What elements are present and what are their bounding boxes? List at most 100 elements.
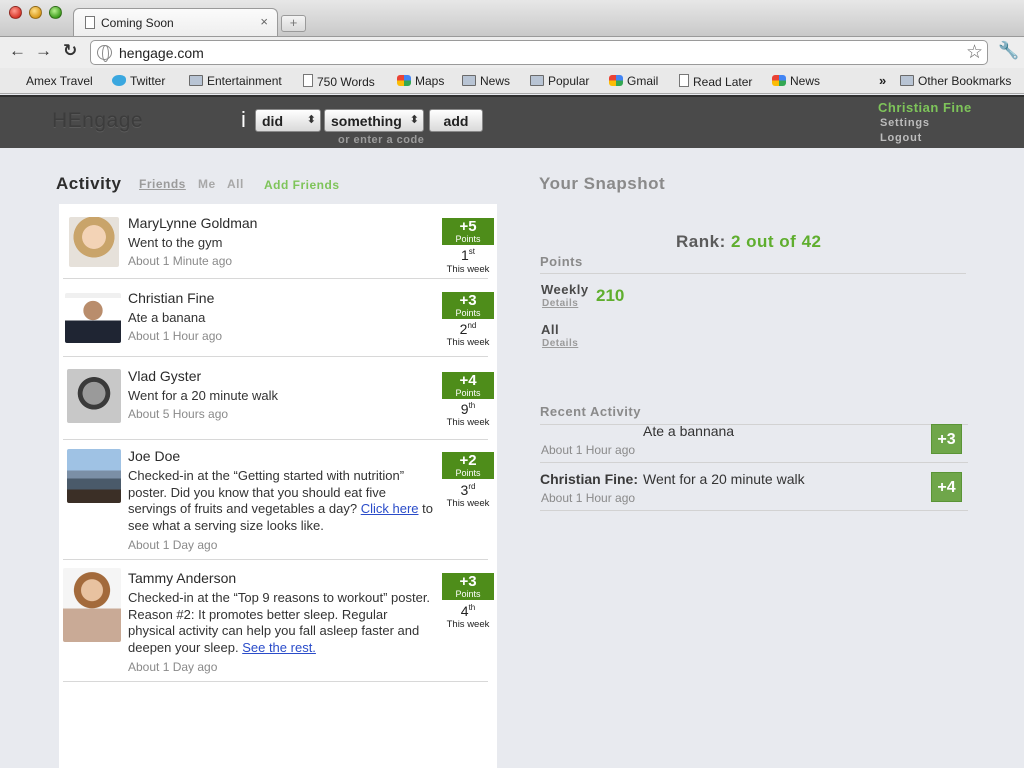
feed-item: Tammy Anderson Checked-in at the “Top 9 … xyxy=(63,568,494,682)
logo[interactable]: HEngage xyxy=(52,109,143,133)
feed-item: MaryLynne Goldman Went to the gym About … xyxy=(63,213,494,279)
click-here-link[interactable]: Click here xyxy=(361,501,419,516)
filter-all-tab[interactable]: All xyxy=(227,177,244,191)
recent-text: Ate a bannana xyxy=(643,423,735,439)
verb-select[interactable]: did ⬍ xyxy=(255,109,321,132)
activity-title: Activity xyxy=(56,174,122,193)
bookmark-entertainment[interactable]: Entertainment xyxy=(189,74,282,88)
rank-week-label: This week xyxy=(446,264,490,275)
feed-user-name[interactable]: Tammy Anderson xyxy=(128,570,236,586)
feed-text: Went for a 20 minute walk xyxy=(128,388,279,403)
see-the-rest-link[interactable]: See the rest. xyxy=(242,640,316,655)
tab-close-icon[interactable]: × xyxy=(260,14,268,29)
bookmark-gmail[interactable]: Gmail xyxy=(609,74,658,88)
window-close-button[interactable] xyxy=(9,6,22,19)
recent-points-badge: +4 xyxy=(931,472,962,502)
all-label: All xyxy=(541,322,560,337)
feed-item: Joe Doe Checked-in at the “Getting start… xyxy=(63,446,494,560)
new-tab-button[interactable]: + xyxy=(281,15,306,32)
browser-titlebar: Coming Soon × + xyxy=(0,0,1024,36)
divider xyxy=(540,462,968,463)
points-badge: +3 Points xyxy=(442,292,494,319)
feed-time: About 1 Minute ago xyxy=(128,254,233,268)
feed-user-name[interactable]: Vlad Gyster xyxy=(128,368,201,384)
feed-text: Ate a banana xyxy=(128,310,206,325)
weekly-label: Weekly xyxy=(541,282,589,297)
feed-user-name[interactable]: MaryLynne Goldman xyxy=(128,215,257,231)
user-name-link[interactable]: Christian Fine xyxy=(878,100,972,115)
tab-title: Coming Soon xyxy=(101,16,174,30)
recent-time: About 1 Hour ago xyxy=(541,443,636,457)
browser-tab[interactable]: Coming Soon × xyxy=(73,8,278,36)
bookmark-twitter[interactable]: Twitter xyxy=(112,74,165,88)
rank-week-label: This week xyxy=(446,498,490,509)
folder-icon xyxy=(900,75,914,86)
bookmark-other-bookmarks[interactable]: Other Bookmarks xyxy=(900,74,1011,88)
back-arrow-icon[interactable]: ← xyxy=(9,41,26,61)
feed-text: Checked-in at the “Top 9 reasons to work… xyxy=(128,590,431,655)
logout-link[interactable]: Logout xyxy=(880,132,922,144)
window-maximize-button[interactable] xyxy=(49,6,62,19)
recent-text: Went for a 20 minute walk xyxy=(643,471,805,487)
forward-arrow-icon[interactable]: → xyxy=(35,41,52,61)
recent-points-badge: +3 xyxy=(931,424,962,454)
rank-summary: Rank: 2 out of 42 xyxy=(676,232,822,251)
feed-time: About 1 Day ago xyxy=(128,538,218,552)
all-details-link[interactable]: Details xyxy=(542,338,578,349)
rank-week-label: This week xyxy=(446,417,490,428)
i-label: i xyxy=(241,107,246,132)
bird-icon xyxy=(112,75,126,86)
filter-me-tab[interactable]: Me xyxy=(198,177,216,191)
recent-activity-heading: Recent Activity xyxy=(540,404,641,419)
weekly-rank: 3rd xyxy=(460,482,476,498)
bookmark-750-words[interactable]: 750 Words xyxy=(303,74,375,89)
reload-icon[interactable]: ↻ xyxy=(63,41,77,61)
avatar[interactable] xyxy=(63,568,121,642)
divider xyxy=(540,424,968,425)
google-icon xyxy=(772,75,786,86)
filter-friends-tab[interactable]: Friends xyxy=(139,177,186,191)
enter-code-link[interactable]: or enter a code xyxy=(338,134,424,146)
feed-user-name[interactable]: Joe Doe xyxy=(128,448,180,464)
folder-icon xyxy=(189,75,203,86)
address-bar[interactable]: hengage.com ☆ xyxy=(90,40,988,65)
more-bookmarks-chevron-icon[interactable]: » xyxy=(879,73,886,88)
feed-time: About 1 Day ago xyxy=(128,660,218,674)
feed-user-name[interactable]: Christian Fine xyxy=(128,290,214,306)
points-heading: Points xyxy=(540,254,583,269)
bookmark-read-later[interactable]: Read Later xyxy=(679,74,752,89)
avatar[interactable] xyxy=(67,449,121,503)
folder-icon xyxy=(462,75,476,86)
bookmark-star-icon[interactable]: ☆ xyxy=(966,41,983,64)
avatar[interactable] xyxy=(69,217,119,267)
points-badge: +4 Points xyxy=(442,372,494,399)
weekly-points-value: 210 xyxy=(596,286,625,305)
points-badge: +2 Points xyxy=(442,452,494,479)
feed-time: About 5 Hours ago xyxy=(128,407,229,421)
rank-week-label: This week xyxy=(446,337,490,348)
bookmark-news-folder[interactable]: News xyxy=(462,74,510,88)
recent-user-name[interactable]: Christian Fine: xyxy=(540,471,638,487)
weekly-details-link[interactable]: Details xyxy=(542,298,578,309)
recent-time: About 1 Hour ago xyxy=(541,491,636,505)
add-button[interactable]: add xyxy=(429,109,483,132)
add-friends-link[interactable]: Add Friends xyxy=(264,178,340,192)
feed-text: Went to the gym xyxy=(128,235,223,250)
bookmark-news[interactable]: News xyxy=(772,74,820,88)
avatar[interactable] xyxy=(67,369,121,423)
chevron-down-icon: ⬍ xyxy=(409,114,419,126)
object-select[interactable]: something ⬍ xyxy=(324,109,424,132)
settings-link[interactable]: Settings xyxy=(880,117,930,129)
bookmark-amex-travel[interactable]: Amex Travel xyxy=(26,74,93,88)
rank-week-label: This week xyxy=(446,619,490,630)
points-badge: +5 Points xyxy=(442,218,494,245)
feed-item: Christian Fine Ate a banana About 1 Hour… xyxy=(63,288,494,357)
weekly-rank: 4th xyxy=(460,603,476,619)
google-icon xyxy=(397,75,411,86)
window-minimize-button[interactable] xyxy=(29,6,42,19)
divider xyxy=(540,273,966,274)
avatar[interactable] xyxy=(65,293,121,343)
bookmark-maps[interactable]: Maps xyxy=(397,74,444,88)
wrench-icon[interactable]: 🔧 xyxy=(998,41,1019,61)
bookmark-popular[interactable]: Popular xyxy=(530,74,589,88)
